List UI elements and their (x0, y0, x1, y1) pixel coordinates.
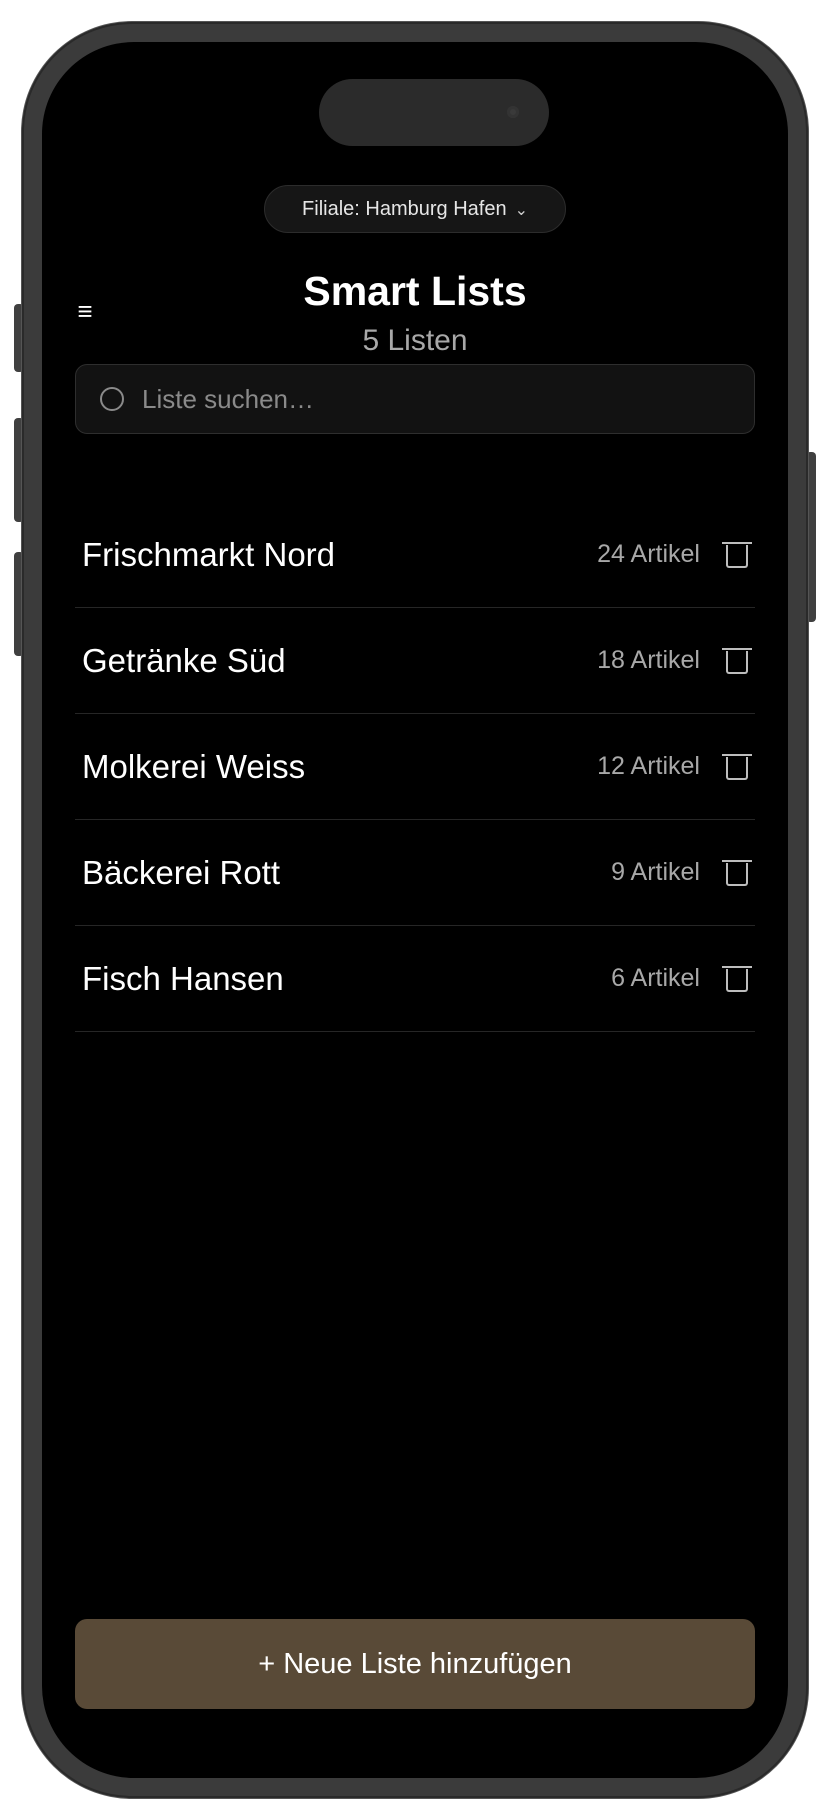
list-item-count: 9 Artikel (611, 858, 700, 886)
list-item-count: 18 Artikel (597, 646, 700, 674)
chevron-down-icon: ⌄ (514, 202, 528, 219)
list-item-count: 24 Artikel (597, 540, 700, 568)
list-item[interactable]: Frischmarkt Nord 24 Artikel (75, 502, 755, 608)
list-item-name: Bäckerei Rott (82, 853, 281, 891)
phone-frame: Filiale: Hamburg Hafen ⌄ ≡ Smart Lists 5… (22, 22, 808, 1798)
list-item[interactable]: Fisch Hansen 6 Artikel (75, 926, 755, 1032)
list-item-name: Getränke Süd (82, 641, 286, 679)
add-list-button[interactable]: + Neue Liste hinzufügen (75, 1619, 755, 1709)
app-screen: Filiale: Hamburg Hafen ⌄ ≡ Smart Lists 5… (42, 42, 788, 1778)
trash-icon[interactable] (722, 964, 752, 994)
branch-selector[interactable]: Filiale: Hamburg Hafen ⌄ (264, 185, 566, 233)
trash-icon[interactable] (722, 752, 752, 782)
list-count-subtitle: 5 Listen (362, 324, 468, 357)
trash-icon[interactable] (722, 858, 752, 888)
page-title: Smart Lists (303, 268, 527, 314)
smart-list: Frischmarkt Nord 24 Artikel Getränke Süd… (75, 502, 755, 1032)
trash-icon[interactable] (722, 646, 752, 676)
list-item-name: Fisch Hansen (82, 959, 284, 997)
trash-icon[interactable] (722, 540, 752, 570)
search-icon (100, 387, 124, 411)
list-item[interactable]: Getränke Süd 18 Artikel (75, 608, 755, 714)
list-item[interactable]: Bäckerei Rott 9 Artikel (75, 820, 755, 926)
list-item[interactable]: Molkerei Weiss 12 Artikel (75, 714, 755, 820)
branch-label: Filiale: Hamburg Hafen (302, 197, 507, 220)
front-camera-icon (507, 106, 519, 118)
search-bar[interactable] (75, 364, 755, 434)
list-item-count: 6 Artikel (611, 964, 700, 992)
list-item-count: 12 Artikel (597, 752, 700, 780)
search-input[interactable] (140, 382, 754, 416)
list-item-name: Molkerei Weiss (82, 747, 306, 785)
list-item-name: Frischmarkt Nord (82, 535, 336, 573)
dynamic-island (319, 79, 549, 146)
